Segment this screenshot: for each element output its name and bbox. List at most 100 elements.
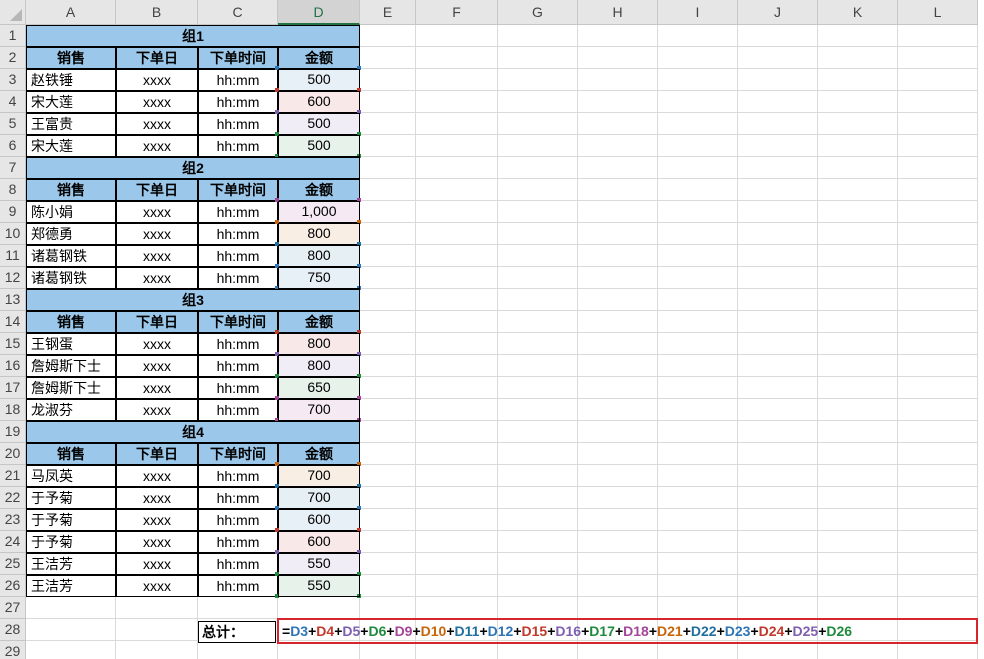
order-time-cell[interactable]: hh:mm <box>198 113 278 135</box>
row-header-19[interactable]: 19 <box>0 421 26 443</box>
grid-cell[interactable] <box>818 25 898 47</box>
grid-cell[interactable] <box>818 47 898 69</box>
grid-cell[interactable] <box>658 333 738 355</box>
grid-cell[interactable] <box>416 201 498 223</box>
grid-cell[interactable] <box>498 91 578 113</box>
grid-cell[interactable] <box>360 487 416 509</box>
order-time-cell[interactable]: hh:mm <box>198 135 278 157</box>
grid-cell[interactable] <box>416 355 498 377</box>
grid-cell[interactable] <box>578 575 658 597</box>
order-time-cell[interactable]: hh:mm <box>198 487 278 509</box>
sales-name-cell[interactable]: 诸葛钢铁 <box>26 267 116 289</box>
grid-cell[interactable] <box>738 333 818 355</box>
row-header-12[interactable]: 12 <box>0 267 26 289</box>
column-header-e[interactable]: E <box>360 0 416 25</box>
grid-cell[interactable] <box>578 157 658 179</box>
grid-cell[interactable] <box>898 421 978 443</box>
order-time-cell[interactable]: hh:mm <box>198 355 278 377</box>
order-date-cell[interactable]: xxxx <box>116 201 198 223</box>
order-time-cell[interactable]: hh:mm <box>198 333 278 355</box>
order-time-cell[interactable]: hh:mm <box>198 575 278 597</box>
grid-cell[interactable] <box>898 25 978 47</box>
row-header-4[interactable]: 4 <box>0 91 26 113</box>
grid-cell[interactable] <box>658 377 738 399</box>
order-date-cell[interactable]: xxxx <box>116 531 198 553</box>
order-time-cell[interactable]: hh:mm <box>198 91 278 113</box>
grid-cell[interactable] <box>416 179 498 201</box>
grid-cell[interactable] <box>738 575 818 597</box>
grid-cell[interactable] <box>360 355 416 377</box>
grid-cell[interactable] <box>360 201 416 223</box>
order-date-cell[interactable]: xxxx <box>116 267 198 289</box>
grid-cell[interactable] <box>738 553 818 575</box>
grid-cell[interactable] <box>738 267 818 289</box>
grid-cell[interactable] <box>658 47 738 69</box>
grid-cell[interactable] <box>658 157 738 179</box>
column-header-j[interactable]: J <box>738 0 818 25</box>
grid-cell[interactable] <box>578 179 658 201</box>
amount-cell[interactable]: 550 <box>278 575 360 597</box>
grid-cell[interactable] <box>416 223 498 245</box>
sales-name-cell[interactable]: 王富贵 <box>26 113 116 135</box>
formula-text[interactable]: =D3+D4+D5+D6+D9+D10+D11+D12+D15+D16+D17+… <box>282 620 852 642</box>
grid-cell[interactable] <box>498 443 578 465</box>
grid-cell[interactable] <box>578 399 658 421</box>
grid-cell[interactable] <box>578 333 658 355</box>
order-time-cell[interactable]: hh:mm <box>198 267 278 289</box>
column-header-a[interactable]: A <box>26 0 116 25</box>
sales-name-cell[interactable]: 马凤英 <box>26 465 116 487</box>
grid-cell[interactable] <box>818 333 898 355</box>
grid-cell[interactable] <box>360 311 416 333</box>
row-header-16[interactable]: 16 <box>0 355 26 377</box>
row-header-18[interactable]: 18 <box>0 399 26 421</box>
grid-cell[interactable] <box>498 289 578 311</box>
grid-cell[interactable] <box>578 47 658 69</box>
grid-cell[interactable] <box>818 91 898 113</box>
amount-cell[interactable]: 500 <box>278 135 360 157</box>
amount-cell[interactable]: 500 <box>278 69 360 91</box>
order-time-cell[interactable]: hh:mm <box>198 69 278 91</box>
amount-cell[interactable]: 800 <box>278 333 360 355</box>
grid-cell[interactable] <box>26 619 116 641</box>
grid-cell[interactable] <box>818 575 898 597</box>
grid-cell[interactable] <box>498 465 578 487</box>
amount-cell[interactable]: 700 <box>278 487 360 509</box>
grid-cell[interactable] <box>658 245 738 267</box>
amount-cell[interactable]: 550 <box>278 553 360 575</box>
grid-cell[interactable] <box>498 201 578 223</box>
sales-name-cell[interactable]: 詹姆斯下士 <box>26 377 116 399</box>
amount-cell[interactable]: 500 <box>278 113 360 135</box>
grid-cell[interactable] <box>360 399 416 421</box>
column-header-g[interactable]: G <box>498 0 578 25</box>
grid-cell[interactable] <box>360 333 416 355</box>
grid-cell[interactable] <box>416 157 498 179</box>
grid-cell[interactable] <box>416 135 498 157</box>
row-header-5[interactable]: 5 <box>0 113 26 135</box>
row-header-11[interactable]: 11 <box>0 245 26 267</box>
grid-cell[interactable] <box>498 575 578 597</box>
grid-cell[interactable] <box>578 25 658 47</box>
order-date-cell[interactable]: xxxx <box>116 377 198 399</box>
grid-cell[interactable] <box>738 179 818 201</box>
grid-cell[interactable] <box>578 553 658 575</box>
amount-cell[interactable]: 600 <box>278 531 360 553</box>
grid-cell[interactable] <box>578 267 658 289</box>
grid-cell[interactable] <box>658 135 738 157</box>
grid-cell[interactable] <box>898 135 978 157</box>
grid-cell[interactable] <box>658 267 738 289</box>
grid-cell[interactable] <box>818 201 898 223</box>
row-header-15[interactable]: 15 <box>0 333 26 355</box>
grid-cell[interactable] <box>360 421 416 443</box>
grid-cell[interactable] <box>818 113 898 135</box>
grid-cell[interactable] <box>116 597 198 619</box>
order-date-cell[interactable]: xxxx <box>116 135 198 157</box>
grid-cell[interactable] <box>416 113 498 135</box>
grid-cell[interactable] <box>658 179 738 201</box>
grid-cell[interactable] <box>738 399 818 421</box>
order-time-cell[interactable]: hh:mm <box>198 223 278 245</box>
grid-cell[interactable] <box>578 355 658 377</box>
row-header-8[interactable]: 8 <box>0 179 26 201</box>
row-header-25[interactable]: 25 <box>0 553 26 575</box>
grid-cell[interactable] <box>578 245 658 267</box>
column-header-f[interactable]: F <box>416 0 498 25</box>
